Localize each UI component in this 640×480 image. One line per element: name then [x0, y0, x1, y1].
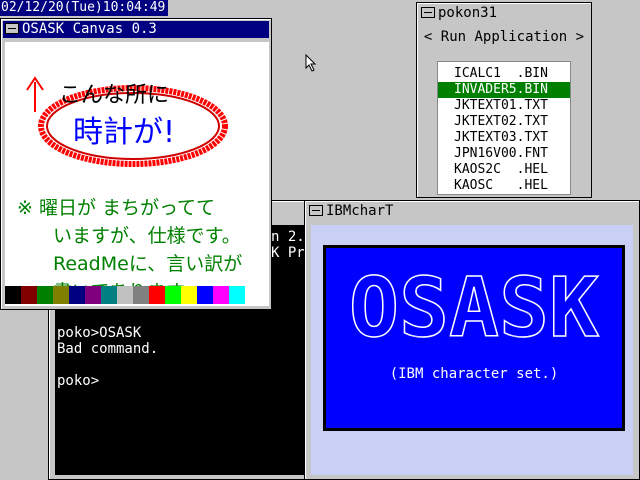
file-list-item[interactable]: JKTEXT01.TXT [438, 98, 570, 114]
ibmchart-window[interactable]: IBMcharT OSASK OSASK (IBM character set.… [304, 200, 640, 480]
palette-swatch[interactable] [165, 286, 181, 304]
file-list-item[interactable]: KAOS2C .HEL [438, 162, 570, 178]
canvas-window[interactable]: OSASK Canvas 0.3 こんな所に 時計が! ※ 曜日が まちがってて… [0, 18, 272, 310]
palette-swatch[interactable] [181, 286, 197, 304]
ibm-subtitle: (IBM character set.) [389, 366, 559, 382]
palette-swatch[interactable] [21, 286, 37, 304]
handwriting-line: ※ 曜日が まちがってて [17, 197, 215, 219]
close-icon[interactable] [309, 205, 323, 216]
mouse-cursor-icon [305, 54, 317, 72]
console-line: Bad command. [57, 341, 159, 357]
file-list-item[interactable]: ICALC1 .BIN [438, 66, 570, 82]
handwriting-line: いますが、仕様です。 [53, 225, 241, 247]
file-list-item[interactable]: JPN16V00.FNT [438, 146, 570, 162]
clock-display: 02/12/20(Tue)10:04:49 [0, 0, 168, 16]
pokon-window[interactable]: pokon31 < Run Application > ICALC1 .BIN I… [416, 2, 592, 198]
file-list-item[interactable]: JKTEXT03.TXT [438, 130, 570, 146]
drawing-canvas[interactable]: こんな所に 時計が! ※ 曜日が まちがってて いますが、仕様です。 ReadM… [5, 42, 269, 306]
file-list-item[interactable]: JKTEXT02.TXT [438, 114, 570, 130]
palette-swatch[interactable] [53, 286, 69, 304]
file-list-item[interactable]: KAOSC .HEL [438, 178, 570, 194]
palette-swatch[interactable] [117, 286, 133, 304]
handwriting-line: こんな所に [59, 83, 169, 108]
handwriting-line: ReadMeに、言い訳が [53, 253, 242, 275]
palette-swatch[interactable] [197, 286, 213, 304]
ibmchart-titlebar[interactable]: IBMcharT [307, 203, 637, 220]
palette-swatch[interactable] [133, 286, 149, 304]
palette-swatch[interactable] [5, 286, 21, 304]
palette-swatch[interactable] [229, 286, 245, 304]
palette-swatch[interactable] [149, 286, 165, 304]
window-title: pokon31 [438, 5, 498, 21]
close-icon[interactable] [421, 7, 435, 18]
canvas-drawing: こんな所に 時計が! ※ 曜日が まちがってて いますが、仕様です。 ReadM… [17, 76, 242, 303]
pokon-titlebar[interactable]: pokon31 [419, 5, 589, 22]
palette-swatch[interactable] [85, 286, 101, 304]
canvas-titlebar[interactable]: OSASK Canvas 0.3 [3, 21, 269, 38]
window-title: IBMcharT [326, 203, 394, 219]
run-application-selector[interactable]: < Run Application > [417, 29, 591, 45]
console-line: poko>OSASK [57, 325, 142, 341]
palette-swatch[interactable] [37, 286, 53, 304]
file-list-item[interactable]: INVADER5.BIN [438, 82, 570, 98]
ibm-display-area: OSASK OSASK (IBM character set.) [311, 225, 633, 475]
osask-logo-text-inner: OSASK [349, 266, 600, 346]
palette-swatch[interactable] [213, 286, 229, 304]
arrow-up-icon [26, 76, 44, 112]
ibm-logo-panel: OSASK OSASK (IBM character set.) [323, 245, 625, 431]
window-title: OSASK Canvas 0.3 [22, 21, 157, 37]
handwriting-line: 時計が! [73, 115, 175, 150]
close-icon[interactable] [5, 23, 19, 34]
console-partial-text: n 2. K Pr [271, 229, 305, 261]
palette-swatch[interactable] [69, 286, 85, 304]
palette-swatch[interactable] [101, 286, 117, 304]
osask-logo: OSASK OSASK [348, 266, 600, 346]
file-list[interactable]: ICALC1 .BIN INVADER5.BIN JKTEXT01.TXT JKTEX… [437, 61, 571, 195]
console-line: poko> [57, 373, 100, 389]
color-palette[interactable] [5, 286, 245, 304]
